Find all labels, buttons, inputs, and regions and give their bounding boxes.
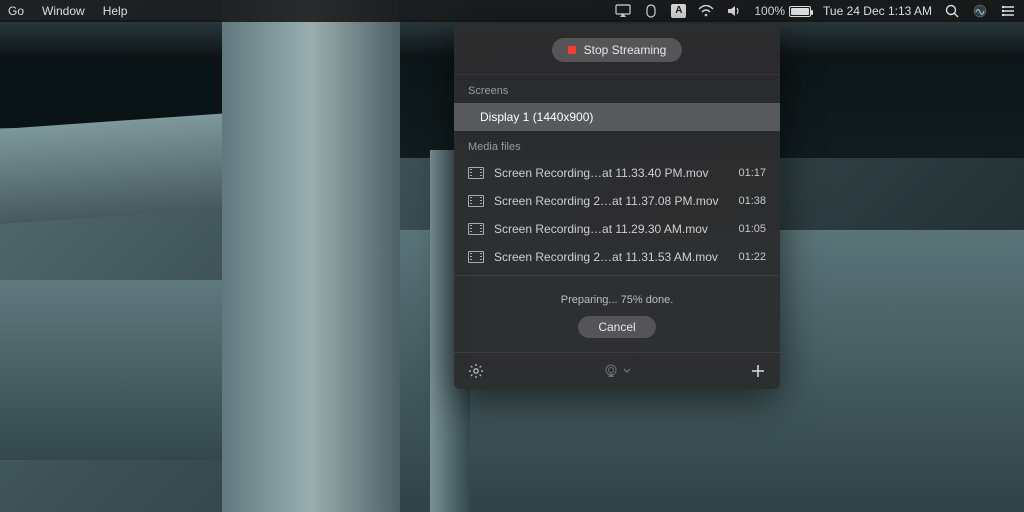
media-file-name: Screen Recording 2…at 11.37.08 PM.mov: [494, 194, 728, 208]
cancel-label: Cancel: [598, 320, 635, 334]
media-file-duration: 01:05: [738, 223, 766, 235]
cancel-button[interactable]: Cancel: [578, 316, 655, 338]
notification-center-icon[interactable]: [1000, 3, 1016, 19]
settings-icon[interactable]: [468, 363, 484, 379]
media-file-row[interactable]: Screen Recording 2…at 11.37.08 PM.mov 01…: [454, 187, 780, 215]
menubar-datetime[interactable]: Tue 24 Dec 1:13 AM: [823, 4, 932, 18]
media-file-name: Screen Recording 2…at 11.31.53 AM.mov: [494, 250, 728, 264]
media-file-row[interactable]: Screen Recording 2…at 11.31.53 AM.mov 01…: [454, 243, 780, 271]
spotlight-icon[interactable]: [944, 3, 960, 19]
media-file-duration: 01:38: [738, 195, 766, 207]
media-section-label: Media files: [454, 131, 780, 159]
film-icon: [468, 223, 484, 235]
battery-icon: [789, 6, 811, 17]
streaming-panel: Stop Streaming Screens Display 1 (1440x9…: [454, 24, 780, 389]
menu-help[interactable]: Help: [103, 4, 128, 18]
keyboard-input-icon[interactable]: A: [671, 4, 686, 18]
media-file-name: Screen Recording…at 11.29.30 AM.mov: [494, 222, 728, 236]
media-file-duration: 01:22: [738, 251, 766, 263]
wifi-icon[interactable]: [698, 3, 714, 19]
display-name: Display 1 (1440x900): [468, 110, 766, 124]
film-icon: [468, 195, 484, 207]
menu-window[interactable]: Window: [42, 4, 85, 18]
mouse-icon[interactable]: [643, 3, 659, 19]
media-file-row[interactable]: Screen Recording…at 11.33.40 PM.mov 01:1…: [454, 159, 780, 187]
record-indicator-icon: [568, 46, 576, 54]
stop-streaming-button[interactable]: Stop Streaming: [552, 38, 683, 62]
airplay-target-selector[interactable]: [603, 364, 631, 378]
volume-icon[interactable]: [726, 3, 742, 19]
stop-streaming-label: Stop Streaming: [584, 43, 667, 57]
siri-icon[interactable]: [972, 3, 988, 19]
airplay-menu-icon[interactable]: [615, 3, 631, 19]
media-file-duration: 01:17: [738, 167, 766, 179]
display-row[interactable]: Display 1 (1440x900): [454, 103, 780, 131]
film-icon: [468, 167, 484, 179]
chevron-down-icon: [623, 368, 631, 374]
screens-section-label: Screens: [454, 75, 780, 103]
media-file-name: Screen Recording…at 11.33.40 PM.mov: [494, 166, 728, 180]
preparing-status: Preparing... 75% done.: [454, 280, 780, 312]
menu-bar: Go Window Help A 100% Tue 24 Dec 1:13 AM: [0, 0, 1024, 22]
add-button[interactable]: [750, 363, 766, 379]
film-icon: [468, 251, 484, 263]
media-file-row[interactable]: Screen Recording…at 11.29.30 AM.mov 01:0…: [454, 215, 780, 243]
battery-percent: 100%: [754, 4, 785, 18]
battery-status[interactable]: 100%: [754, 4, 811, 18]
menu-go[interactable]: Go: [8, 4, 24, 18]
